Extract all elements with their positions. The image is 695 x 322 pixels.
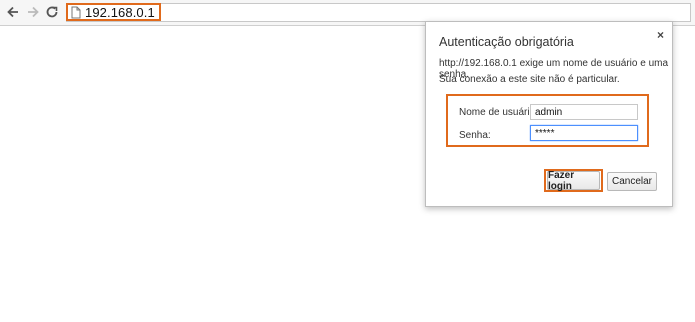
password-label: Senha:	[459, 130, 491, 141]
login-button[interactable]: Fazer login	[547, 170, 600, 192]
arrow-right-icon	[28, 6, 39, 18]
arrow-left-icon	[7, 6, 18, 18]
reload-icon	[46, 6, 58, 18]
password-field[interactable]	[530, 125, 638, 141]
dialog-title: Autenticação obrigatória	[439, 35, 574, 49]
page-icon	[71, 6, 81, 19]
back-button[interactable]	[4, 3, 22, 21]
dialog-privacy-note: Sua conexão a este site não é particular…	[439, 74, 620, 85]
close-icon[interactable]: ×	[657, 28, 664, 42]
forward-button[interactable]	[24, 3, 42, 21]
address-url[interactable]: 192.168.0.1	[85, 5, 155, 20]
reload-button[interactable]	[43, 3, 61, 21]
username-label: Nome de usuário:	[459, 107, 538, 118]
auth-dialog: Autenticação obrigatória × http://192.16…	[425, 21, 673, 207]
cancel-button[interactable]: Cancelar	[607, 172, 657, 191]
username-field[interactable]	[530, 104, 638, 120]
